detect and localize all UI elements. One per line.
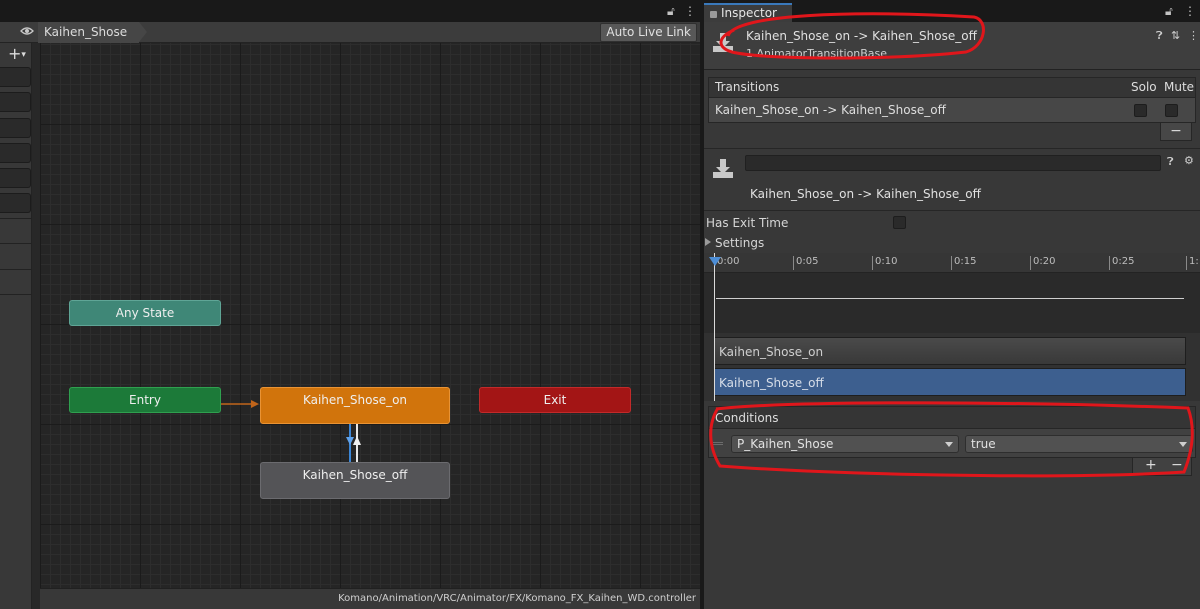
more-menu-icon[interactable]: ⋮	[1188, 29, 1199, 42]
state-node-kaihen-shose-off[interactable]: Kaihen_Shose_off	[260, 462, 450, 499]
transition-row-label: Kaihen_Shose_on -> Kaihen_Shose_off	[715, 103, 946, 117]
conditions-list: Conditions P_Kaihen_Shose true + −	[708, 406, 1196, 476]
condition-row[interactable]: P_Kaihen_Shose true	[708, 428, 1196, 458]
timeline-ruler: 0:00 0:05 0:10 0:15 0:20 0:25 1:	[704, 253, 1200, 273]
help-icon[interactable]: ❓︎	[1167, 155, 1174, 169]
chevron-down-icon: ▾	[21, 50, 26, 60]
conditions-header: Conditions	[708, 406, 1196, 428]
condition-value-dropdown[interactable]: true	[965, 435, 1193, 453]
solo-column-label: Solo	[1131, 80, 1157, 94]
inspector-title: Kaihen_Shose_on -> Kaihen_Shose_off	[746, 29, 977, 43]
more-menu-icon[interactable]: ⋮	[1184, 4, 1196, 18]
timeline-tick: 0:20	[1030, 256, 1055, 270]
transition-detail-title: Kaihen_Shose_on -> Kaihen_Shose_off	[750, 187, 981, 201]
help-icon[interactable]: ❓︎	[1156, 29, 1163, 43]
transition-icon	[713, 159, 733, 178]
conditions-add-remove: + −	[1132, 458, 1192, 476]
drag-handle-icon[interactable]	[713, 442, 723, 445]
playhead-line[interactable]	[714, 253, 715, 401]
tab-inspector[interactable]: Inspector	[704, 3, 792, 22]
timeline-tick: 0:15	[951, 256, 976, 270]
has-exit-time-row: Has Exit Time	[706, 216, 788, 230]
layer-slot[interactable]	[0, 193, 31, 213]
chevron-down-icon	[1179, 442, 1187, 447]
exit-node[interactable]: Exit	[479, 387, 631, 413]
animator-tab-strip: 🔓︎ ⋮	[0, 0, 700, 22]
add-condition-button[interactable]: +	[1145, 458, 1157, 473]
inspector-tab-strip: Inspector 🔓︎ ⋮	[704, 0, 1200, 22]
has-exit-time-label: Has Exit Time	[706, 216, 789, 230]
timeline-tick: 0:25	[1109, 256, 1134, 270]
solo-checkbox[interactable]	[1134, 104, 1147, 117]
lock-icon[interactable]: 🔓︎	[667, 4, 675, 19]
more-menu-icon[interactable]: ⋮	[684, 4, 696, 18]
any-state-node[interactable]: Any State	[69, 300, 221, 326]
inspector-icon	[710, 11, 717, 18]
source-clip-bar[interactable]: Kaihen_Shose_on	[714, 337, 1186, 365]
gear-icon[interactable]: ⚙︎	[1184, 154, 1194, 167]
divider	[0, 269, 32, 270]
playhead-marker-icon[interactable]	[709, 257, 721, 267]
inspector-header: Kaihen_Shose_on -> Kaihen_Shose_off 1 An…	[704, 22, 1200, 70]
transition-icon	[713, 33, 733, 52]
eye-icon[interactable]	[20, 26, 34, 36]
foldout-arrow-icon	[705, 238, 711, 246]
divider	[0, 243, 32, 244]
auto-live-link-button[interactable]: Auto Live Link	[600, 23, 697, 42]
remove-transition-button[interactable]: −	[1160, 123, 1192, 141]
condition-parameter-value: P_Kaihen_Shose	[737, 437, 834, 451]
layer-slot[interactable]	[0, 92, 31, 112]
transition-name-field[interactable]	[745, 155, 1161, 171]
divider	[704, 210, 1200, 211]
tab-inspector-label: Inspector	[721, 6, 777, 20]
condition-parameter-dropdown[interactable]: P_Kaihen_Shose	[731, 435, 959, 453]
layer-breadcrumb[interactable]: Kaihen_Shose	[38, 22, 148, 43]
state-node-kaihen-shose-on[interactable]: Kaihen_Shose_on	[260, 387, 450, 424]
controller-path: Komano/Animation/VRC/Animator/FX/Komano_…	[40, 588, 700, 609]
transition-curve	[716, 298, 1184, 299]
settings-label: Settings	[715, 236, 765, 250]
transitions-header: Transitions Solo Mute	[708, 77, 1196, 97]
settings-foldout[interactable]: Settings	[705, 236, 764, 250]
mute-column-label: Mute	[1164, 80, 1195, 94]
lock-icon[interactable]: 🔓︎	[1165, 4, 1173, 19]
layers-panel: +▾	[0, 43, 32, 609]
timeline-tick: 0:10	[872, 256, 897, 270]
animator-toolbar: Kaihen_Shose Auto Live Link	[0, 22, 700, 43]
transitions-header-label: Transitions	[715, 80, 780, 94]
condition-value: true	[971, 437, 996, 451]
layer-slot[interactable]	[0, 168, 31, 188]
layer-slot[interactable]	[0, 143, 31, 163]
divider	[704, 148, 1200, 149]
transition-arrows[interactable]	[344, 424, 364, 462]
remove-condition-button[interactable]: −	[1171, 458, 1183, 473]
transition-detail-header: ❓︎ ⚙︎ Kaihen_Shose_on -> Kaihen_Shose_of…	[704, 150, 1200, 210]
plus-icon: +	[8, 44, 22, 63]
transitions-list: Transitions Solo Mute Kaihen_Shose_on ->…	[708, 77, 1196, 145]
chevron-down-icon	[945, 442, 953, 447]
divider	[0, 294, 32, 295]
layer-slot[interactable]	[0, 67, 31, 87]
has-exit-time-checkbox[interactable]	[893, 216, 906, 229]
add-layer-button[interactable]: +▾	[8, 44, 26, 63]
timeline-tick: 1:	[1186, 256, 1199, 270]
inspector-subtitle: 1 AnimatorTransitionBase	[746, 47, 888, 60]
destination-clip-bar[interactable]: Kaihen_Shose_off	[714, 368, 1186, 396]
timeline-tick: 0:05	[793, 256, 818, 270]
presets-icon[interactable]: ⇅	[1171, 29, 1180, 42]
entry-node[interactable]: Entry	[69, 387, 221, 413]
layer-slot[interactable]	[0, 118, 31, 138]
inspector-window: Inspector 🔓︎ ⋮ Kaihen_Shose_on -> Kaihen…	[704, 0, 1200, 609]
divider	[0, 218, 32, 219]
transition-row[interactable]: Kaihen_Shose_on -> Kaihen_Shose_off	[708, 97, 1196, 123]
animator-window: 🔓︎ ⋮ Kaihen_Shose Auto Live Link +▾ Any …	[0, 0, 700, 609]
mute-checkbox[interactable]	[1165, 104, 1178, 117]
transition-timeline[interactable]: 0:00 0:05 0:10 0:15 0:20 0:25 1: Kaihen_…	[704, 253, 1200, 401]
entry-transition-arrow[interactable]	[221, 399, 260, 409]
